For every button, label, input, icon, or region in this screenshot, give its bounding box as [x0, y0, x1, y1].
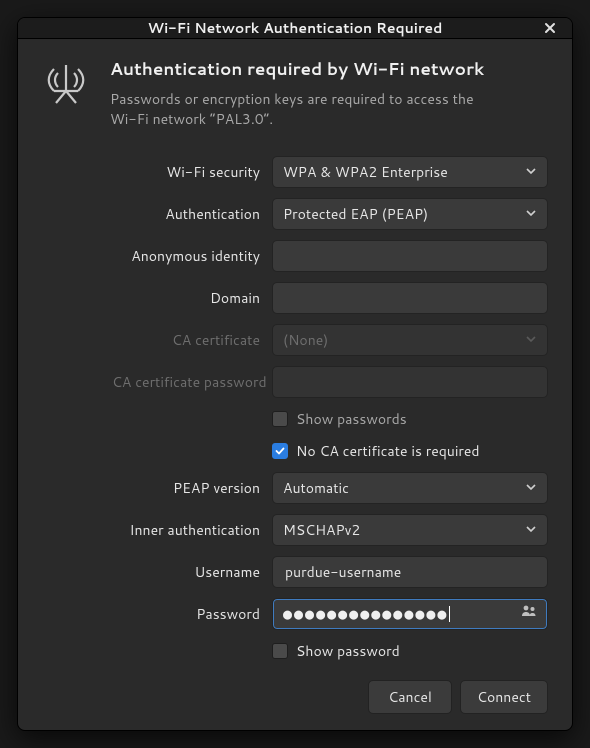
show-passwords-row[interactable]: Show passwords	[272, 408, 548, 430]
show-passwords-label: Show passwords	[296, 409, 407, 429]
authentication-dropdown[interactable]: Protected EAP (PEAP)	[272, 198, 548, 230]
label-inner-auth: Inner authentication	[112, 520, 260, 540]
label-ca-certificate: CA certificate	[112, 330, 260, 350]
ca-certificate-dropdown: (None)	[272, 324, 548, 356]
inner-auth-value: MSCHAPv2	[283, 520, 360, 540]
password-field[interactable]: ●●●●●●●●●●●●●●●	[272, 598, 548, 630]
ca-certificate-value: (None)	[283, 330, 328, 350]
chevron-down-icon	[525, 162, 537, 182]
dialog-buttons: Cancel Connect	[42, 662, 548, 714]
password-masked-value: ●●●●●●●●●●●●●●●	[283, 605, 515, 623]
connect-button[interactable]: Connect	[460, 680, 548, 714]
window-title: Wi-Fi Network Authentication Required	[148, 18, 443, 38]
label-password: Password	[112, 604, 260, 624]
cancel-button[interactable]: Cancel	[368, 680, 452, 714]
dialog-content: Authentication required by Wi-Fi network…	[18, 39, 572, 731]
auth-dialog: Wi-Fi Network Authentication Required	[17, 17, 573, 731]
peap-version-dropdown[interactable]: Automatic	[272, 472, 548, 504]
show-password-row[interactable]: Show password	[272, 640, 548, 662]
no-ca-required-row[interactable]: No CA certificate is required	[272, 440, 548, 462]
dialog-subtext: Passwords or encryption keys are require…	[110, 89, 490, 130]
domain-input[interactable]	[283, 287, 537, 309]
authentication-value: Protected EAP (PEAP)	[283, 204, 428, 224]
label-wifi-security: Wi-Fi security	[112, 162, 260, 182]
dialog-heading: Authentication required by Wi-Fi network	[110, 57, 490, 81]
credentials-icon[interactable]	[521, 603, 537, 624]
label-authentication: Authentication	[112, 204, 260, 224]
show-password-label: Show password	[296, 641, 400, 661]
chevron-down-icon	[525, 330, 537, 350]
domain-field[interactable]	[272, 282, 548, 314]
no-ca-required-checkbox[interactable]	[272, 443, 288, 459]
show-password-checkbox[interactable]	[272, 643, 288, 659]
wifi-security-value: WPA & WPA2 Enterprise	[283, 162, 448, 182]
anonymous-identity-field[interactable]	[272, 240, 548, 272]
no-ca-required-label: No CA certificate is required	[296, 441, 480, 461]
username-input[interactable]	[283, 561, 537, 583]
auth-form: Wi-Fi security WPA & WPA2 Enterprise Aut…	[42, 156, 548, 662]
close-icon	[544, 22, 556, 34]
label-ca-cert-password: CA certificate password	[112, 372, 260, 392]
label-anonymous-identity: Anonymous identity	[112, 246, 260, 266]
wifi-auth-icon	[42, 59, 90, 107]
close-button[interactable]	[538, 17, 562, 40]
anonymous-identity-input[interactable]	[283, 245, 537, 267]
wifi-security-dropdown[interactable]: WPA & WPA2 Enterprise	[272, 156, 548, 188]
chevron-down-icon	[525, 520, 537, 540]
inner-auth-dropdown[interactable]: MSCHAPv2	[272, 514, 548, 546]
label-username: Username	[112, 562, 260, 582]
username-field[interactable]	[272, 556, 548, 588]
chevron-down-icon	[525, 204, 537, 224]
chevron-down-icon	[525, 478, 537, 498]
label-domain: Domain	[112, 288, 260, 308]
peap-version-value: Automatic	[283, 478, 349, 498]
show-passwords-checkbox[interactable]	[272, 411, 288, 427]
ca-cert-password-input	[283, 371, 537, 393]
ca-cert-password-field	[272, 366, 548, 398]
titlebar: Wi-Fi Network Authentication Required	[18, 18, 572, 39]
label-peap-version: PEAP version	[112, 478, 260, 498]
